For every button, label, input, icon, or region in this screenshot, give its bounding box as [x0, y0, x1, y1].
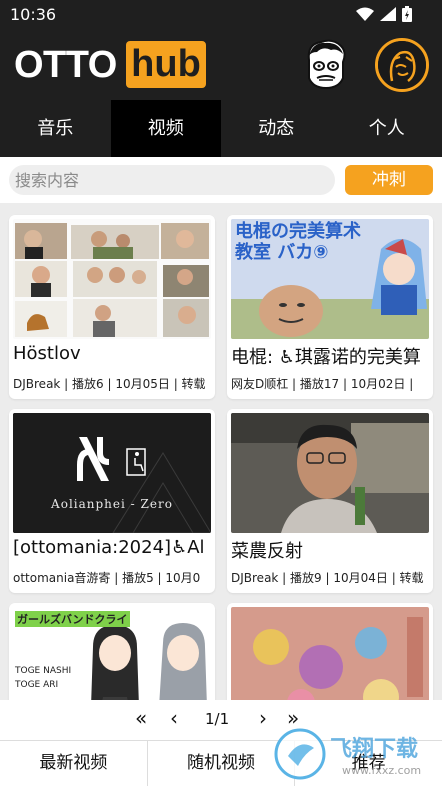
video-meta: DJBreak | 播放9 | 10月04日 | 转载	[231, 571, 424, 585]
video-thumbnail: Aolianphei - Zero	[13, 413, 211, 533]
recommend-button[interactable]: 推荐	[295, 741, 442, 786]
last-page-button[interactable]: »	[287, 706, 299, 730]
mascot-face-icon[interactable]	[303, 38, 349, 92]
tab-music[interactable]: 音乐	[0, 100, 111, 157]
bottom-nav: 最新视频 随机视频 推荐	[0, 740, 442, 786]
thumbnail-caption: 电棍の完美算术教室 バカ⑨	[235, 221, 361, 263]
tab-profile[interactable]: 个人	[332, 100, 442, 157]
video-card[interactable]	[227, 603, 433, 700]
search-button[interactable]: 冲刺	[345, 165, 433, 195]
prev-page-button[interactable]: ‹	[170, 706, 178, 730]
svg-text:TOGE NASHI: TOGE NASHI	[14, 666, 71, 676]
video-card[interactable]: 菜農反射 DJBreak | 播放9 | 10月04日 | 转载	[227, 409, 433, 593]
video-meta: DJBreak | 播放6 | 10月05日 | 转载	[13, 377, 206, 391]
status-bar: 10:36	[0, 0, 442, 30]
video-title: Höstlov	[13, 343, 81, 364]
video-title: 电棍: ♿琪露诺的完美算	[231, 347, 421, 368]
signal-icon	[380, 7, 396, 21]
video-grid: Höstlov DJBreak | 播放6 | 10月05日 | 转载 电棍の完…	[0, 203, 442, 700]
video-title: [ottomania:2024]♿Al	[13, 537, 205, 558]
user-avatar[interactable]	[375, 38, 429, 92]
video-thumbnail	[231, 413, 429, 533]
tab-dynamic[interactable]: 动态	[221, 100, 332, 157]
video-thumbnail	[13, 219, 211, 339]
main-tabs: 音乐 视频 动态 个人	[0, 100, 442, 157]
video-thumbnail: TOGE NASHI TOGE ARI ガールズバンドクライ	[13, 607, 211, 700]
next-page-button[interactable]: ›	[259, 706, 267, 730]
search-bar: 冲刺	[0, 157, 442, 203]
video-meta: ottomania音游寄 | 播放5 | 10月0	[13, 571, 201, 585]
app-header: OTTO hub	[0, 30, 442, 100]
pagination: « ‹ 1/1 › »	[0, 700, 442, 740]
video-card[interactable]: 电棍の完美算术教室 バカ⑨ 电棍: ♿琪露诺的完美算 网友D顺杠 | 播放17 …	[227, 215, 433, 399]
status-icons	[356, 6, 412, 22]
video-card[interactable]: TOGE NASHI TOGE ARI ガールズバンドクライ	[9, 603, 215, 700]
thumbnail-caption: ガールズバンドクライ	[15, 611, 130, 627]
video-card[interactable]: Höstlov DJBreak | 播放6 | 10月05日 | 转载	[9, 215, 215, 399]
logo-otto-text: OTTO	[14, 44, 117, 86]
video-card[interactable]: Aolianphei - Zero [ottomania:2024]♿Al ot…	[9, 409, 215, 593]
wifi-icon	[356, 7, 374, 21]
battery-icon	[402, 6, 412, 22]
page-indicator: 1/1	[205, 710, 230, 728]
first-page-button[interactable]: «	[135, 706, 147, 730]
search-input[interactable]	[9, 165, 335, 195]
thumbnail-caption: Aolianphei - Zero	[51, 497, 173, 511]
svg-text:TOGE ARI: TOGE ARI	[14, 680, 58, 690]
video-thumbnail: 电棍の完美算术教室 バカ⑨	[231, 219, 429, 339]
tab-video[interactable]: 视频	[110, 100, 221, 157]
latest-videos-button[interactable]: 最新视频	[0, 741, 148, 786]
video-title: 菜農反射	[231, 541, 303, 562]
video-thumbnail	[231, 607, 429, 700]
random-videos-button[interactable]: 随机视频	[148, 741, 296, 786]
logo-hub-badge: hub	[126, 41, 206, 88]
status-time: 10:36	[10, 5, 57, 24]
video-meta: 网友D顺杠 | 播放17 | 10月02日 |	[231, 377, 414, 391]
